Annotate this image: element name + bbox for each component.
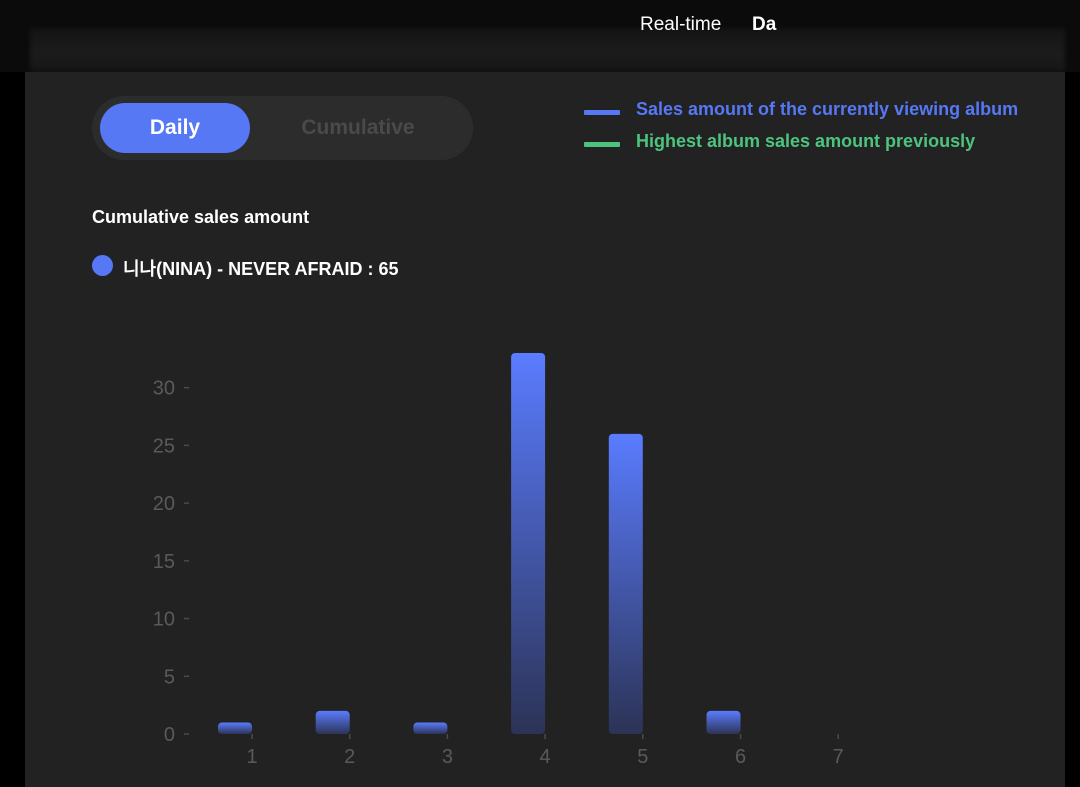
bar-day-6[interactable] bbox=[706, 710, 741, 734]
y-tick-label: 20 bbox=[153, 493, 175, 515]
bar-day-5[interactable] bbox=[608, 433, 643, 734]
bar-day-2[interactable] bbox=[315, 710, 350, 734]
sales-bar-chart: 0 5 10 15 20 25 30 1 2 3 4 5 6 7 bbox=[153, 353, 844, 768]
y-tick-label: 10 bbox=[153, 609, 175, 631]
bar-day-4[interactable] bbox=[511, 353, 546, 734]
bar-day-3[interactable] bbox=[413, 722, 448, 734]
x-tick-label: 4 bbox=[540, 746, 551, 768]
y-axis: 0 5 10 15 20 25 30 bbox=[153, 378, 189, 746]
x-tick-label: 5 bbox=[637, 746, 648, 768]
x-tick-label: 7 bbox=[833, 746, 844, 768]
bar-day-1[interactable] bbox=[218, 722, 252, 734]
x-tick-label: 1 bbox=[246, 746, 257, 768]
y-tick-label: 5 bbox=[164, 666, 175, 688]
y-tick-label: 25 bbox=[153, 435, 175, 457]
x-tick-label: 6 bbox=[735, 746, 746, 768]
y-tick-label: 30 bbox=[153, 378, 175, 400]
x-axis: 1 2 3 4 5 6 7 bbox=[246, 734, 844, 768]
x-tick-label: 3 bbox=[442, 746, 453, 768]
y-tick-label: 0 bbox=[164, 724, 175, 746]
x-tick-label: 2 bbox=[344, 746, 355, 768]
bars bbox=[218, 353, 741, 734]
y-tick-label: 15 bbox=[153, 551, 175, 573]
